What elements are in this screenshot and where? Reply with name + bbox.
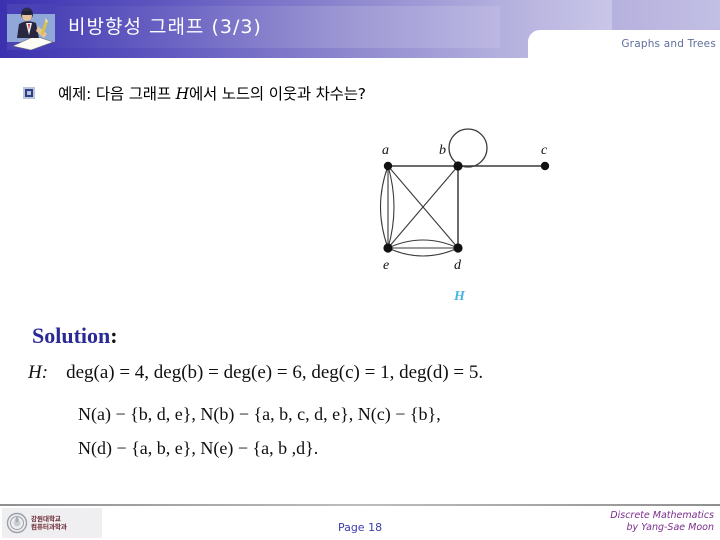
question-prefix: 예제: 다음 그래프 — [58, 85, 176, 103]
edge-b-b-selfloop — [448, 128, 488, 168]
credit-line-1: Discrete Mathematics — [610, 510, 714, 521]
degrees-line: H: deg(a) = 4, deg(b) = deg(e) = 6, deg(c… — [28, 362, 483, 384]
node-label-a: a — [382, 143, 389, 158]
node-a — [383, 161, 393, 171]
topic-label: Graphs and Trees — [621, 38, 716, 50]
presenter-writing-icon — [5, 2, 57, 52]
edge-a-e-3 — [387, 165, 395, 249]
solution-heading-word: Solution — [32, 323, 111, 348]
graph-label: H: — [28, 362, 49, 383]
degrees-text: deg(a) = 4, deg(b) = deg(e) = 6, deg(c) … — [66, 362, 484, 383]
square-bullet-icon — [22, 86, 36, 100]
edge-e-d-2 — [387, 239, 459, 249]
footer-credit: Discrete Mathematics by Yang-Sae Moon — [544, 510, 714, 534]
neighbors-line-1: N(a) − {b, d, e}, N(b) − {a, b, c, d, e}… — [78, 404, 441, 424]
question-variable: H — [175, 85, 190, 103]
node-b — [453, 161, 463, 171]
solution-heading: Solution: — [32, 323, 118, 349]
node-c — [540, 161, 550, 171]
node-label-b: b — [439, 143, 446, 158]
slide: 비방향성 그래프 (3/3) Graphs and Trees 예제: 다음 그… — [0, 0, 720, 540]
credit-line-2: by Yang-Sae Moon — [626, 522, 714, 533]
graph-figure: a b c d e H — [340, 128, 590, 313]
page-title: 비방향성 그래프 (3/3) — [68, 16, 262, 38]
neighbors-line-2: N(d) − {a, b, e}, N(e) − {a, b ,d}. — [78, 438, 319, 458]
question-suffix: 에서 노드의 이웃과 차수는? — [188, 85, 366, 103]
edge-e-d-3 — [387, 247, 459, 257]
solution-heading-colon: : — [110, 323, 118, 348]
question-row: 예제: 다음 그래프 H에서 노드의 이웃과 차수는? — [22, 82, 682, 108]
node-label-c: c — [541, 143, 548, 158]
figure-caption: H — [453, 289, 466, 304]
node-label-e: e — [383, 258, 389, 273]
node-label-d: d — [454, 258, 462, 273]
node-e — [383, 243, 393, 253]
node-d — [453, 243, 463, 253]
edge-a-e-2 — [379, 165, 389, 249]
question-text: 예제: 다음 그래프 H에서 노드의 이웃과 차수는? — [58, 82, 366, 104]
